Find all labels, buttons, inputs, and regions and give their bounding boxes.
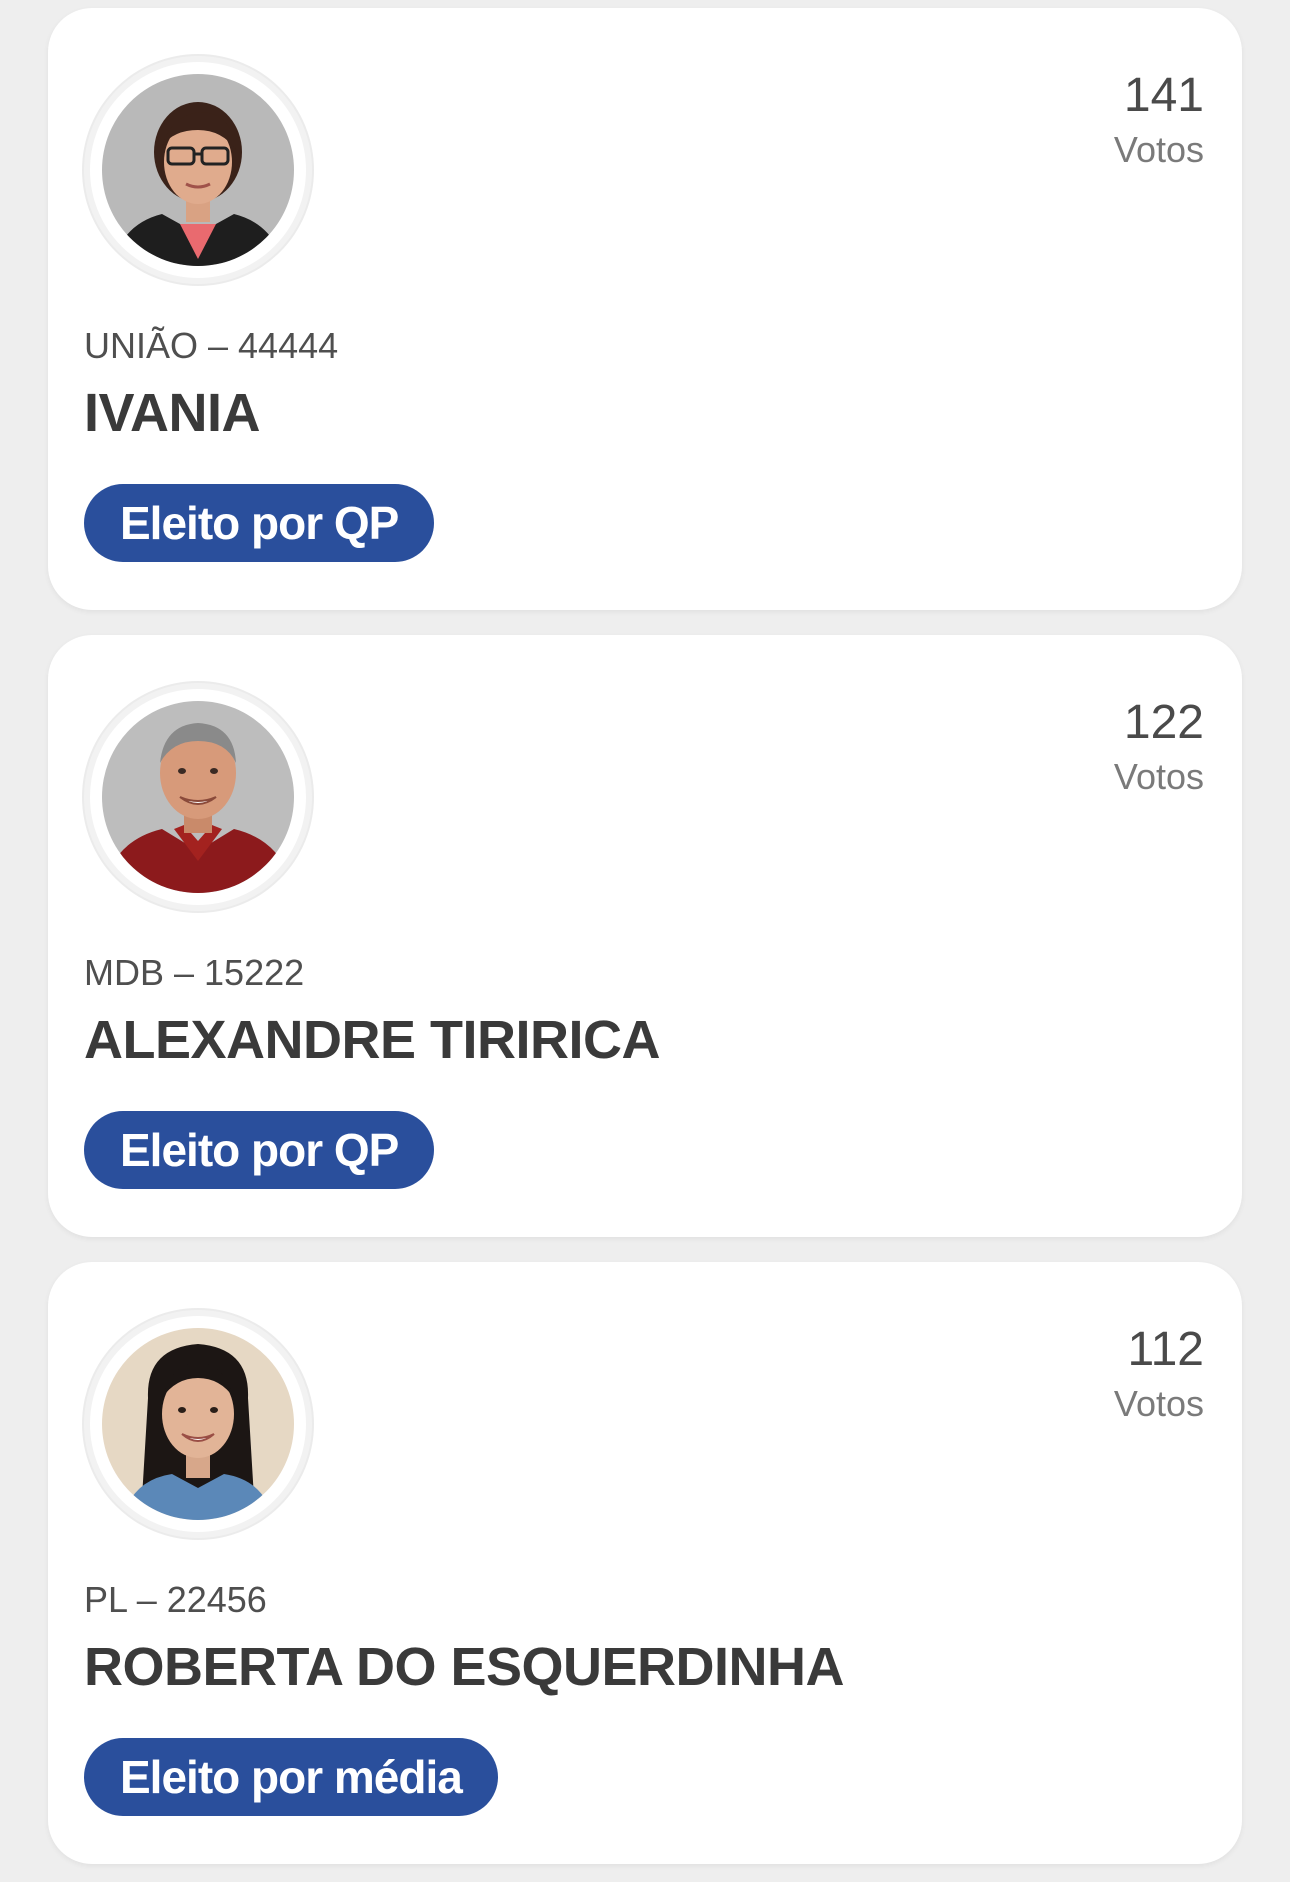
vote-label: Votos [1113,1383,1204,1424]
party-number: UNIÃO – 44444 [84,325,339,366]
avatar-frame [84,1310,312,1538]
candidate-list: 141 Votos UNIÃO – 44444 IVANIA Eleito po… [0,0,1290,1882]
vote-count: 141 [1123,69,1204,122]
avatar-frame [84,683,312,911]
avatar [102,701,294,893]
election-status-badge[interactable]: Eleito por QP [84,484,435,562]
election-status-badge[interactable]: Eleito por média [84,1738,498,1816]
vote-count: 112 [1127,1323,1204,1376]
candidate-card[interactable]: 112 Votos PL – 22456 ROBERTA DO ESQUERDI… [48,1262,1242,1864]
vote-label: Votos [1113,756,1204,797]
candidate-card[interactable]: 141 Votos UNIÃO – 44444 IVANIA Eleito po… [48,8,1242,610]
election-status-badge[interactable]: Eleito por QP [84,1111,435,1189]
party-number: MDB – 15222 [84,952,305,993]
candidate-name: IVANIA [84,383,261,443]
candidate-name: ROBERTA DO ESQUERDINHA [84,1637,845,1697]
candidate-card[interactable]: 122 Votos MDB – 15222 ALEXANDRE TIRIRICA… [48,635,1242,1237]
party-number: PL – 22456 [84,1579,267,1620]
avatar-photo-woman-long-hair [102,1328,294,1520]
avatar-frame [84,56,312,284]
vote-label: Votos [1113,129,1204,170]
vote-count-block: 122 Votos [1114,695,1204,803]
vote-count-block: 112 Votos [1114,1322,1204,1430]
avatar [102,1328,294,1520]
vote-count-block: 141 Votos [1114,68,1204,176]
avatar-photo-woman-glasses [102,74,294,266]
candidate-name: ALEXANDRE TIRIRICA [84,1010,661,1070]
vote-count: 122 [1123,696,1204,749]
avatar-photo-man-red-shirt [102,701,294,893]
avatar [102,74,294,266]
